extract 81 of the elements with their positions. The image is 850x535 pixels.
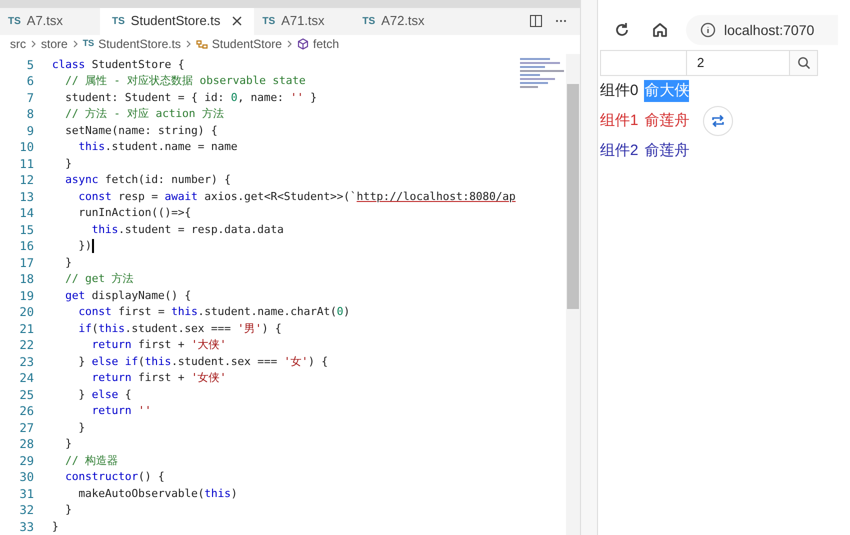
line-number: 12 [18,172,34,190]
tab-label: A71.tsx [281,12,325,30]
line-number: 26 [18,403,34,420]
tab-label: A72.tsx [381,12,425,30]
code-line: makeAutoObservable(this) [77,486,238,502]
line-number: 15 [18,222,34,239]
address-bar[interactable]: localhost:7070 [686,15,838,45]
code-line: // 方法 - 对应 action 方法 [64,106,224,122]
code-line: } [64,156,72,172]
component-label: 组件1 [600,110,638,131]
code-line: }) [77,238,92,254]
file-type-label: TS [112,14,125,29]
file-type-label: TS [8,14,21,29]
code-line: this.student = resp.data.data [90,222,284,238]
line-number: 13 [18,188,34,206]
breadcrumb-item[interactable]: src [10,35,26,54]
code-line: } [64,502,72,518]
line-number: 11 [18,156,34,173]
code-line: const first = this.student.name.charAt(0) [77,304,350,320]
student-name: 俞大侠 [644,80,690,102]
code-line: } [64,254,72,270]
line-number: 21 [18,320,34,338]
line-number: 22 [18,337,34,354]
line-number: 33 [18,518,34,535]
code-line: } [64,436,72,452]
code-line: return first + '女侠' [90,370,226,386]
line-number: 25 [18,386,34,404]
file-type-label: TS [362,14,376,29]
line-number: 18 [18,271,34,288]
address-text: localhost:7070 [724,20,814,40]
line-number: 31 [18,486,34,503]
component-label: 组件2 [600,140,638,161]
line-number: 9 [26,122,34,140]
line-number: 30 [18,469,34,486]
code-line: } [77,420,86,436]
code-line: student: Student = { id: 0, name: '' } [64,90,317,106]
line-number: 29 [18,452,34,470]
line-number: 5 [26,56,34,74]
code-line: get displayName() { [64,288,192,304]
line-number: 14 [18,205,34,222]
line-number: 28 [18,436,34,454]
code-line: } [52,518,59,534]
line-number: 20 [18,304,34,322]
line-number: 16 [18,238,34,256]
file-type-label: TS [262,14,276,29]
code-line: // 构造器 [64,452,118,468]
line-number: 6 [26,73,34,90]
code-line: return first + '大侠' [90,337,226,353]
code-line: return '' [90,403,152,419]
tab-label: A7.tsx [26,12,63,30]
code-line: const resp = await axios.get<R<Student>>(`http://localhost:8080/ap [77,188,516,204]
component-label: 组件0 [600,80,638,101]
code-line: // get 方法 [64,271,134,287]
line-number: 32 [18,502,34,520]
breadcrumb-item[interactable]: StudentStore.ts [98,35,181,54]
code-line: runInAction(()=>{ [77,205,192,221]
tab-label: StudentStore.ts [130,12,220,30]
line-number: 23 [18,354,34,371]
breadcrumb-item[interactable]: store [41,35,68,54]
code-line: if(this.student.sex === '男') { [77,320,282,336]
student-name: 俞莲舟 [644,140,690,161]
student-name: 俞莲舟 [644,110,690,131]
line-number: 19 [18,288,34,305]
breadcrumb-item[interactable]: StudentStore [212,35,282,54]
code-line: async fetch(id: number) { [64,172,231,188]
code-line: } else if(this.student.sex === '女') { [77,354,328,370]
line-number: 7 [26,90,34,107]
code-line: constructor() { [64,469,165,485]
code-line: // 属性 - 对应状态数据 observable state [64,73,306,89]
breadcrumb-item[interactable]: fetch [312,35,339,54]
line-number: 24 [18,370,34,388]
file-type-label: TS [82,37,94,50]
code-line: setName(name: string) { [64,122,218,138]
code-line: class StudentStore { [52,56,184,72]
line-number: 8 [26,106,34,124]
code-line: } else { [77,386,132,402]
line-number: 10 [18,139,34,156]
line-number: 17 [18,254,34,272]
line-number: 27 [18,420,34,437]
code-line: this.student.name = name [77,139,238,155]
editor-tab[interactable]: TS StudentStore.ts [100,8,254,35]
